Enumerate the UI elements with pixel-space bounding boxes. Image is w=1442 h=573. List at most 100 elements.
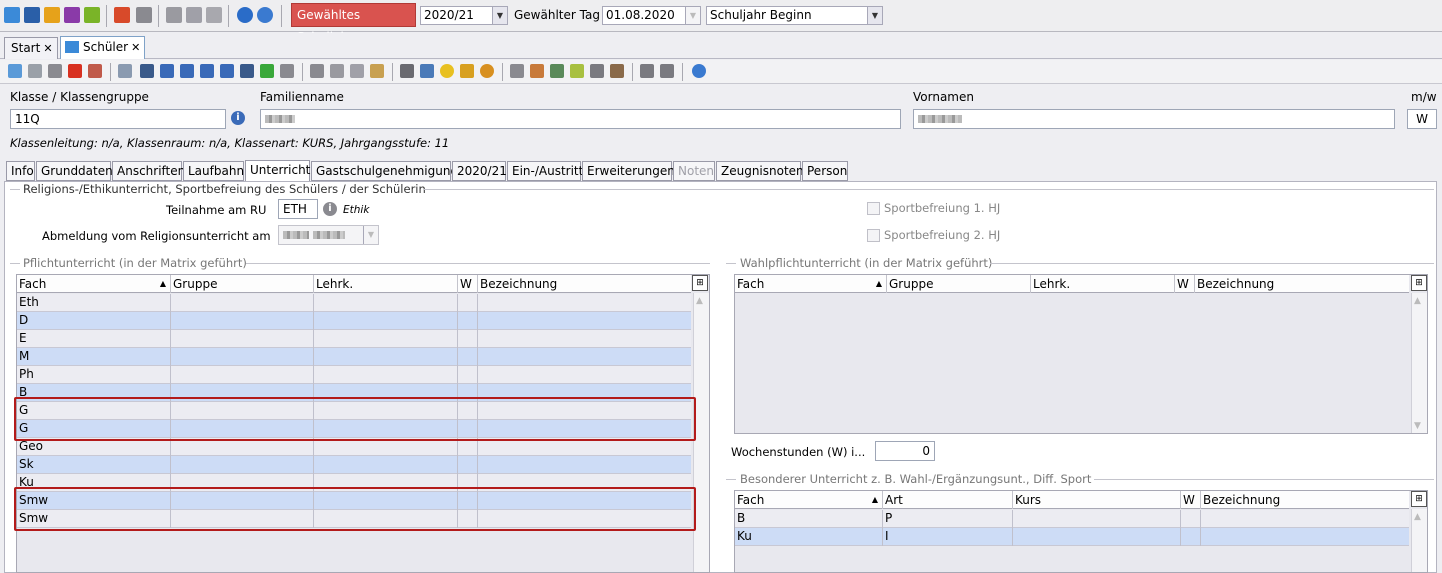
first-record-icon[interactable] (140, 64, 154, 78)
tab-ein-austritt[interactable]: Ein-/Austritt (507, 161, 583, 181)
column-header-fach[interactable]: Fach ▲ (17, 275, 171, 293)
user-icon[interactable] (530, 64, 544, 78)
copy-window-icon[interactable] (166, 7, 182, 23)
table-row[interactable]: Ph (17, 366, 691, 384)
folder-icon[interactable] (570, 64, 584, 78)
column-header-bezeichnung[interactable]: Bezeichnung (1195, 275, 1409, 293)
column-header-w[interactable]: W (458, 275, 478, 293)
delete-icon[interactable] (68, 64, 82, 78)
gender-input[interactable]: W (1407, 109, 1437, 129)
previous-page-icon[interactable] (160, 64, 174, 78)
undo-icon[interactable] (48, 64, 62, 78)
selected-schoolyear-button[interactable]: Gewähltes Schuljahr (291, 3, 416, 44)
table-row[interactable]: G (17, 402, 691, 420)
teilnahme-input[interactable]: ETH (278, 199, 318, 219)
new-record-icon[interactable] (8, 64, 22, 78)
table-row[interactable]: M (17, 348, 691, 366)
table-row[interactable]: Eth (17, 294, 691, 312)
arrow-left-icon[interactable] (310, 64, 324, 78)
document-icon[interactable] (136, 7, 152, 23)
help-icon[interactable] (257, 7, 273, 23)
table-row[interactable]: B (17, 384, 691, 402)
home-right-icon[interactable] (660, 64, 674, 78)
chevron-down-icon[interactable]: ▼ (492, 7, 507, 24)
tab-schueler[interactable]: Schüler ✕ (60, 36, 145, 59)
abmeldung-date-input[interactable]: ▼ (278, 225, 379, 245)
info-icon[interactable] (237, 7, 253, 23)
familienname-input[interactable] (260, 109, 901, 129)
column-header-kurs[interactable]: Kurs (1013, 491, 1181, 509)
tab-zeugnisnoten[interactable]: Zeugnisnoten (716, 161, 804, 181)
message-icon[interactable] (84, 7, 100, 23)
chevron-down-icon[interactable]: ▼ (363, 226, 378, 244)
column-chooser-icon[interactable]: ⊞ (692, 275, 708, 291)
grid-icon[interactable] (118, 64, 132, 78)
import-icon[interactable] (510, 64, 524, 78)
help-icon[interactable] (692, 64, 706, 78)
column-header-bezeichnung[interactable]: Bezeichnung (1201, 491, 1409, 509)
tab-start[interactable]: Start ✕ (4, 37, 58, 59)
save-icon[interactable] (28, 64, 42, 78)
column-header-w[interactable]: W (1175, 275, 1195, 293)
column-header-fach[interactable]: Fach ▲ (735, 275, 887, 293)
column-header-art[interactable]: Art (883, 491, 1013, 509)
table-row[interactable]: Ku I (735, 528, 1409, 546)
table-row[interactable]: Ku (17, 474, 691, 492)
info-icon[interactable]: i (323, 202, 337, 216)
lightning-icon[interactable] (206, 7, 222, 23)
column-chooser-icon[interactable]: ⊞ (1411, 275, 1427, 291)
tab-anschriften[interactable]: Anschriften (112, 161, 185, 181)
wochenstunden-input[interactable]: 0 (875, 441, 935, 461)
scrollbar[interactable]: ▲ (693, 293, 709, 572)
table-row[interactable]: B P (735, 510, 1409, 528)
table-row[interactable]: Sk (17, 456, 691, 474)
sport2-checkbox[interactable] (867, 229, 880, 242)
table-row[interactable]: E (17, 330, 691, 348)
copy-icon[interactable] (350, 64, 364, 78)
lightbulb-icon[interactable] (440, 64, 454, 78)
id-card-icon[interactable] (610, 64, 624, 78)
chevron-down-icon[interactable]: ▼ (685, 7, 700, 24)
column-header-lehrk[interactable]: Lehrk. (1031, 275, 1175, 293)
sport1-checkbox[interactable] (867, 202, 880, 215)
last-record-icon[interactable] (240, 64, 254, 78)
list-icon[interactable] (280, 64, 294, 78)
stack-icon[interactable] (590, 64, 604, 78)
chevron-up-icon[interactable]: ▲ (1414, 512, 1421, 522)
column-chooser-icon[interactable]: ⊞ (1411, 491, 1427, 507)
paste-icon[interactable] (370, 64, 384, 78)
scrollbar[interactable]: ▲ ▼ (1411, 293, 1427, 433)
tab-person[interactable]: Person (802, 161, 848, 181)
teachers-icon[interactable] (44, 7, 60, 23)
next-record-icon[interactable] (200, 64, 214, 78)
column-header-gruppe[interactable]: Gruppe (887, 275, 1031, 293)
students-icon[interactable] (4, 7, 20, 23)
delete-form-icon[interactable] (88, 64, 102, 78)
tab-erweiterungen[interactable]: Erweiterungen (582, 161, 675, 181)
tab-gastschulgenehmigung[interactable]: Gastschulgenehmigung (311, 161, 458, 181)
vornamen-input[interactable] (913, 109, 1395, 129)
tab-unterricht[interactable]: Unterricht (245, 160, 310, 182)
home-left-icon[interactable] (640, 64, 654, 78)
info-icon[interactable]: i (231, 111, 245, 125)
refresh-icon[interactable] (260, 64, 274, 78)
column-header-gruppe[interactable]: Gruppe (171, 275, 314, 293)
klasse-input[interactable]: 11Q (10, 109, 226, 129)
chevron-down-icon[interactable]: ▼ (867, 7, 882, 24)
close-icon[interactable]: ✕ (43, 42, 52, 55)
close-icon[interactable]: ✕ (131, 41, 140, 54)
schoolyear-mode-select[interactable]: Schuljahr Beginn ▼ (706, 6, 883, 25)
column-header-fach[interactable]: Fach ▲ (735, 491, 883, 509)
column-header-w[interactable]: W (1181, 491, 1201, 509)
tab-grunddaten[interactable]: Grunddaten (36, 161, 113, 181)
sort-icon[interactable] (550, 64, 564, 78)
preview-icon[interactable] (420, 64, 434, 78)
selected-day-input[interactable]: 01.08.2020 ▼ (602, 6, 701, 25)
class-card-icon[interactable] (24, 7, 40, 23)
table-row[interactable]: Smw (17, 492, 691, 510)
print-icon[interactable] (400, 64, 414, 78)
cut-icon[interactable] (330, 64, 344, 78)
next-page-icon[interactable] (220, 64, 234, 78)
chevron-up-icon[interactable]: ▲ (696, 296, 703, 306)
tab-info[interactable]: Info (6, 161, 35, 181)
